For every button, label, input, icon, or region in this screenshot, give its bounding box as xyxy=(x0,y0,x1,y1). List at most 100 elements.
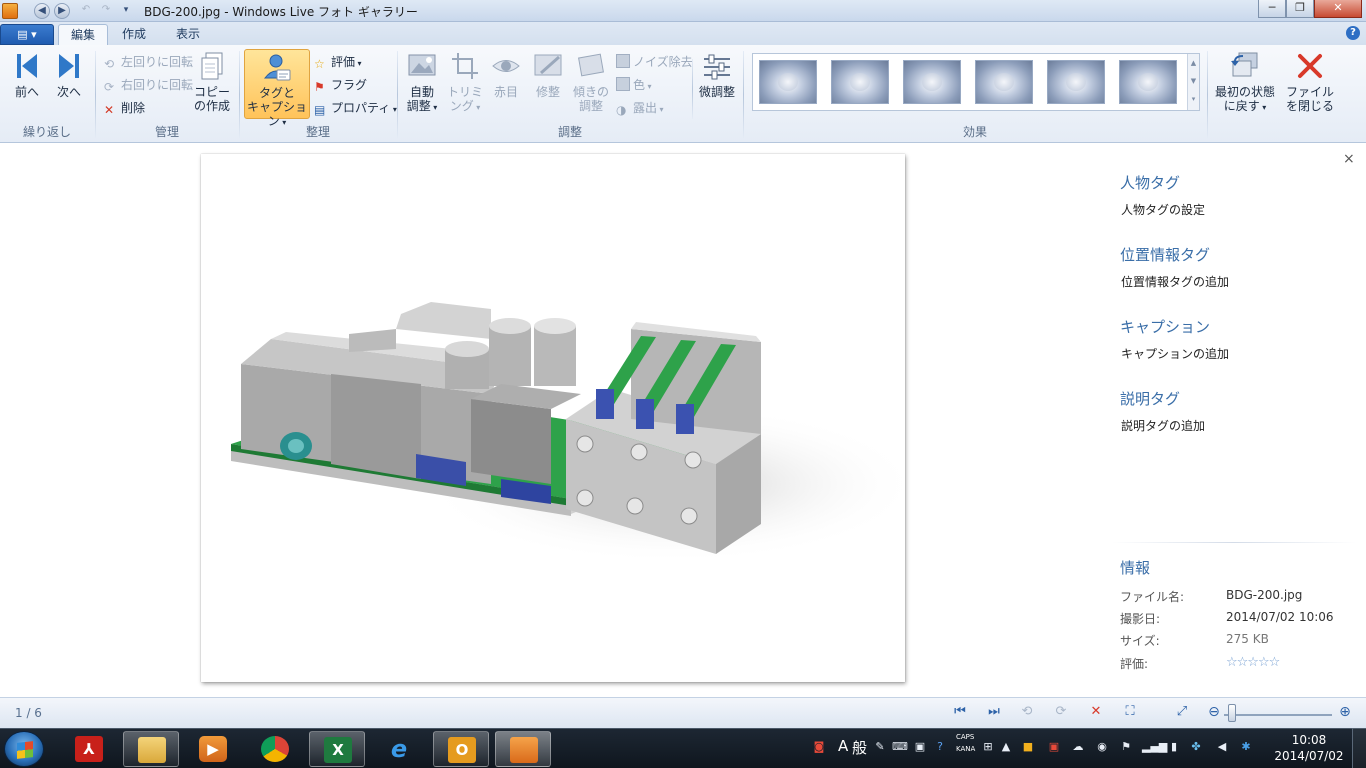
people-tag-action[interactable]: 人物タグの設定 xyxy=(1121,201,1205,218)
show-hidden-icons[interactable]: ▲ xyxy=(998,739,1014,755)
ime-tool-icon[interactable]: ✎ xyxy=(872,739,888,755)
prev-button[interactable]: 前へ xyxy=(8,51,46,99)
tab-create[interactable]: 作成 xyxy=(110,24,158,45)
ime-dictionary-icon[interactable]: ▣ xyxy=(912,739,928,755)
minimize-button[interactable]: ─ xyxy=(1258,0,1286,18)
action-center-flag-icon[interactable]: ⚑ xyxy=(1118,739,1134,755)
filename-value[interactable]: BDG-200.jpg xyxy=(1226,588,1302,602)
tab-view[interactable]: 表示 xyxy=(164,24,212,45)
effect-thumbnail[interactable] xyxy=(903,60,961,104)
next-button[interactable]: 次へ xyxy=(50,51,88,99)
help-icon[interactable]: ? xyxy=(1346,26,1360,40)
noise-reduction-button[interactable]: ノイズ除去 xyxy=(616,53,693,71)
revert-button[interactable]: 最初の状態 に戻す ▾ xyxy=(1212,51,1278,115)
noise-icon xyxy=(616,54,630,68)
last-photo-icon[interactable]: ⏭ xyxy=(985,703,1003,721)
undo-icon[interactable]: ↶ xyxy=(78,3,94,19)
rating-stars[interactable]: ☆☆☆☆☆ xyxy=(1226,655,1280,670)
straighten-button[interactable]: 傾きの 調整 xyxy=(572,51,610,113)
taskbar-chrome[interactable] xyxy=(247,731,303,767)
ribbon-tabs: ▤ ▾ 編集 作成 表示 ? xyxy=(0,22,1366,45)
taskbar-outlook[interactable]: O xyxy=(433,731,489,767)
ime-pad-icon[interactable]: ⌨ xyxy=(892,739,908,755)
file-menu-button[interactable]: ▤ ▾ xyxy=(0,24,54,45)
effect-thumbnail[interactable] xyxy=(1047,60,1105,104)
date-value[interactable]: 2014/07/02 10:06 xyxy=(1226,610,1334,624)
tray-device-icon[interactable]: ✤ xyxy=(1188,739,1204,755)
info-pane-close-button[interactable]: × xyxy=(1343,151,1355,167)
tray-circle-icon[interactable]: ◉ xyxy=(1094,739,1110,755)
tab-edit[interactable]: 編集 xyxy=(58,24,109,45)
battery-icon[interactable]: ▮ xyxy=(1166,739,1182,755)
tray-settings-icon[interactable]: ✱ xyxy=(1238,739,1254,755)
tray-app-icon[interactable]: ◙ xyxy=(811,739,827,755)
volume-icon[interactable]: ◀ xyxy=(1214,739,1230,755)
show-desktop-button[interactable] xyxy=(1352,728,1366,768)
properties-button[interactable]: ▤ プロパティ ▾ xyxy=(314,99,397,117)
effect-thumbnail[interactable] xyxy=(975,60,1033,104)
tray-red-icon[interactable]: ▣ xyxy=(1046,739,1062,755)
fine-tune-button[interactable]: 微調整 xyxy=(696,51,738,99)
rotate-left-button[interactable]: ⟲ 左回りに回転 xyxy=(104,53,193,71)
color-icon xyxy=(616,77,630,91)
zoom-slider-track[interactable] xyxy=(1224,714,1332,716)
clock[interactable]: 10:08 2014/07/02 xyxy=(1274,732,1344,764)
flag-label: フラグ xyxy=(331,78,368,92)
forward-icon[interactable]: ▶ xyxy=(54,3,70,19)
exposure-button[interactable]: ◑ 露出 ▾ xyxy=(616,99,664,117)
start-button[interactable] xyxy=(4,731,44,767)
app-icon[interactable] xyxy=(2,3,18,19)
color-button[interactable]: 色 ▾ xyxy=(616,76,652,94)
ime-mode[interactable]: A xyxy=(838,737,848,755)
tags-captions-button[interactable]: タグと キャプション ▾ xyxy=(244,49,310,128)
effect-thumbnail[interactable] xyxy=(759,60,817,104)
quick-access-dropdown-icon[interactable]: ▾ xyxy=(118,3,134,19)
red-eye-button[interactable]: 赤目 xyxy=(488,51,524,99)
rotate-right-status-icon[interactable]: ⟳ xyxy=(1052,703,1070,721)
taskbar-media-player[interactable]: ▶ xyxy=(185,731,241,767)
retouch-button[interactable]: 修整 xyxy=(530,51,566,99)
effect-thumbnail[interactable] xyxy=(1119,60,1177,104)
caption-action[interactable]: キャプションの追加 xyxy=(1121,345,1229,362)
zoom-in-icon[interactable]: ⊕ xyxy=(1336,703,1354,721)
flag-button[interactable]: ⚑ フラグ xyxy=(314,76,367,94)
ime-general[interactable]: 般 xyxy=(852,737,867,758)
tray-cloud-icon[interactable]: ☁ xyxy=(1070,739,1086,755)
crop-button[interactable]: トリミ ング ▾ xyxy=(446,51,484,115)
crop-label-1: トリミ xyxy=(446,85,483,99)
close-window-button[interactable]: ✕ xyxy=(1314,0,1362,18)
status-bar: 1 / 6 xyxy=(0,697,1366,728)
auto-adjust-button[interactable]: 自動 調整 ▾ xyxy=(402,51,442,115)
fit-to-window-icon[interactable]: ⤢ xyxy=(1173,703,1191,721)
delete-button[interactable]: ✕ 削除 xyxy=(104,99,145,117)
redo-icon[interactable]: ↷ xyxy=(98,3,114,19)
retouch-icon xyxy=(534,54,562,76)
taskbar-ie[interactable]: e xyxy=(371,731,427,767)
close-file-button[interactable]: ファイル を閉じる xyxy=(1284,51,1336,113)
rating-button[interactable]: ☆ 評価 ▾ xyxy=(314,53,362,71)
network-icon[interactable]: ▂▄▆ xyxy=(1142,739,1167,755)
taskbar-photo-gallery[interactable] xyxy=(495,731,551,767)
make-copy-button[interactable]: コピー の作成 xyxy=(192,51,232,113)
delete-status-icon[interactable]: ✕ xyxy=(1087,703,1105,721)
rotate-right-button[interactable]: ⟳ 右回りに回転 xyxy=(104,76,193,94)
ime-help-icon[interactable]: ? xyxy=(932,739,948,755)
maximize-button[interactable]: ❐ xyxy=(1286,0,1314,18)
first-photo-icon[interactable]: ⏮ xyxy=(951,703,969,721)
effects-scroll[interactable]: ▲ ▼ ▾ xyxy=(1187,54,1199,110)
taskbar-excel[interactable]: X xyxy=(309,731,365,767)
zoom-out-icon[interactable]: ⊖ xyxy=(1205,703,1223,721)
rotate-left-status-icon[interactable]: ⟲ xyxy=(1018,703,1036,721)
back-icon[interactable]: ◀ xyxy=(34,3,50,19)
effect-thumbnail[interactable] xyxy=(831,60,889,104)
outlook-tray-icon[interactable]: ■ xyxy=(1020,739,1036,755)
desc-tag-action[interactable]: 説明タグの追加 xyxy=(1121,417,1205,434)
slideshow-icon[interactable]: ⛶ xyxy=(1121,703,1139,721)
ime-options-icon[interactable]: ⊞ xyxy=(980,739,996,755)
zoom-slider-thumb[interactable] xyxy=(1228,704,1236,722)
taskbar-acrobat[interactable]: ⅄ xyxy=(61,731,117,767)
geo-tag-action[interactable]: 位置情報タグの追加 xyxy=(1121,273,1229,290)
effects-gallery: ▲ ▼ ▾ xyxy=(752,53,1200,111)
taskbar-explorer[interactable] xyxy=(123,731,179,767)
photo-view[interactable] xyxy=(201,154,905,682)
